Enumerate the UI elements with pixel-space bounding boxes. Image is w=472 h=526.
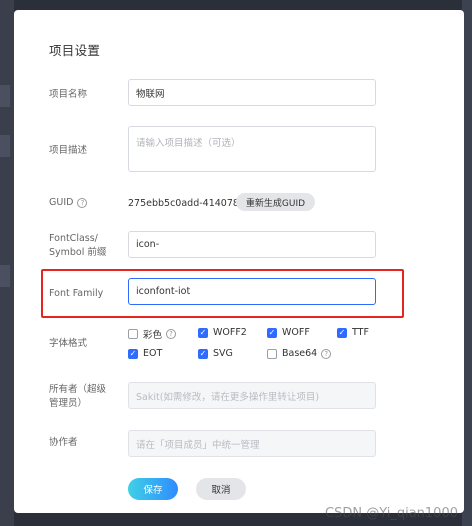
checkbox-woff2-box[interactable]: ✓ [198, 327, 208, 338]
project-name-input[interactable]: 物联网 [128, 79, 376, 106]
font-family-value: iconfont-iot [136, 286, 191, 297]
checkbox-woff-label: WOFF [282, 327, 310, 338]
checkbox-woff2-label: WOFF2 [213, 327, 247, 338]
owner-input: Sakit(如需修改，请在更多操作里转让项目) [128, 382, 376, 409]
help-icon[interactable]: ? [77, 197, 88, 208]
project-description-textarea[interactable]: 请输入项目描述（可选） [128, 126, 376, 172]
checkbox-ttf[interactable]: ✓ TTF [337, 327, 369, 338]
checkbox-svg-box[interactable]: ✓ [198, 348, 208, 359]
collaborators-input: 请在「项目成员」中统一管理 [128, 430, 376, 457]
checkbox-color-label: 彩色 [143, 330, 163, 341]
fontclass-prefix-value: icon- [136, 239, 160, 250]
font-format-label: 字体格式 [49, 338, 88, 349]
background-sidebar-mark [0, 85, 10, 107]
project-name-label: 项目名称 [49, 89, 88, 100]
checkbox-svg-label: SVG [213, 348, 233, 359]
background-sidebar-mark [0, 265, 10, 287]
collaborators-placeholder: 请在「项目成员」中统一管理 [136, 439, 260, 451]
checkbox-woff-box[interactable]: ✓ [267, 327, 277, 338]
owner-label-line2: 管理员） [49, 398, 88, 409]
guid-value: 275ebb5c0add-4140785 [128, 198, 245, 209]
checkbox-eot[interactable]: ✓ EOT [128, 348, 162, 359]
fontclass-label-line2: Symbol 前缀 [49, 247, 107, 258]
checkbox-base64[interactable]: Base64 ? [267, 348, 332, 359]
guid-label: GUID? [49, 196, 88, 210]
fontclass-prefix-input[interactable]: icon- [128, 231, 376, 258]
font-family-input[interactable]: iconfont-iot [128, 278, 376, 305]
help-icon[interactable]: ? [166, 329, 177, 339]
owner-placeholder: Sakit(如需修改，请在更多操作里转让项目) [136, 391, 320, 403]
owner-label-line1: 所有者（超级 [49, 384, 107, 395]
fontclass-label: FontClass/ Symbol 前缀 [49, 232, 106, 260]
font-family-label: Font Family [49, 288, 104, 299]
help-icon[interactable]: ? [321, 348, 332, 359]
checkbox-svg[interactable]: ✓ SVG [198, 348, 233, 359]
guid-label-text: GUID [49, 197, 74, 208]
checkbox-eot-box[interactable]: ✓ [128, 348, 138, 359]
checkbox-eot-label: EOT [143, 348, 163, 359]
background-sidebar [0, 0, 14, 526]
project-settings-dialog: 项目设置 项目名称 物联网 项目描述 请输入项目描述（可选） GUID? 275… [14, 10, 464, 513]
project-description-placeholder: 请输入项目描述（可选） [136, 138, 241, 149]
checkbox-woff2[interactable]: ✓ WOFF2 [198, 327, 247, 338]
watermark: CSDN @Yi_qian1000 [325, 506, 458, 521]
checkbox-color[interactable]: 彩色 ? [128, 327, 177, 341]
regenerate-guid-button[interactable]: 重新生成GUID [236, 193, 315, 211]
checkbox-ttf-box[interactable]: ✓ [337, 327, 347, 338]
checkbox-base64-box[interactable] [267, 348, 277, 359]
project-name-value: 物联网 [136, 88, 165, 100]
save-button[interactable]: 保存 [128, 478, 178, 500]
project-description-label: 项目描述 [49, 145, 88, 156]
checkbox-color-box[interactable] [128, 329, 138, 339]
collaborators-label: 协作者 [49, 437, 78, 448]
cancel-button[interactable]: 取消 [196, 478, 246, 500]
owner-label: 所有者（超级 管理员） [49, 383, 106, 411]
checkbox-base64-label: Base64 [282, 348, 318, 359]
checkbox-woff[interactable]: ✓ WOFF [267, 327, 310, 338]
dialog-title: 项目设置 [49, 43, 101, 58]
checkbox-ttf-label: TTF [352, 327, 369, 338]
fontclass-label-line1: FontClass/ [49, 233, 98, 244]
background-sidebar-mark [0, 135, 10, 157]
